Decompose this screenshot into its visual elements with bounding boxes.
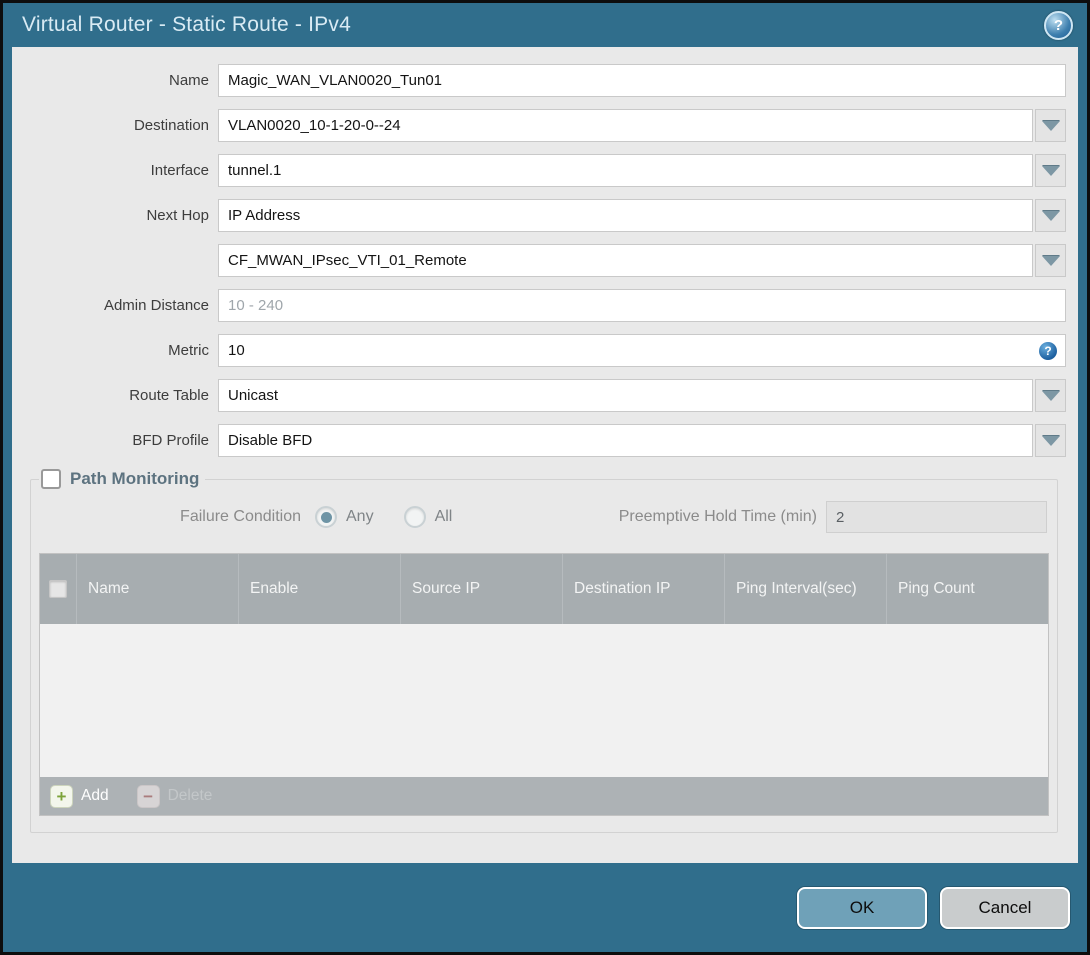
add-button[interactable]: + Add <box>50 784 109 808</box>
failure-condition-row: Failure Condition Any All Preemptive Hol… <box>39 501 1049 533</box>
bfd-profile-input[interactable] <box>218 424 1033 457</box>
interface-label: Interface <box>150 162 209 179</box>
next-hop-address-input[interactable] <box>218 244 1033 277</box>
table-header-destination-ip[interactable]: Destination IP <box>562 554 724 624</box>
admin-distance-label: Admin Distance <box>103 297 209 314</box>
table-body-empty <box>40 624 1048 777</box>
interface-input[interactable] <box>218 154 1033 187</box>
destination-field-wrap <box>218 109 1066 142</box>
name-input[interactable] <box>218 64 1066 97</box>
failure-condition-all-label: All <box>434 508 453 525</box>
dialog-titlebar: Virtual Router - Static Route - IPv4 ? <box>3 3 1087 47</box>
next-hop-address-dropdown-button[interactable] <box>1035 244 1066 277</box>
admin-distance-field-wrap <box>218 289 1066 322</box>
next-hop-type-input[interactable] <box>218 199 1033 232</box>
path-monitoring-checkbox[interactable] <box>41 469 61 489</box>
chevron-down-icon <box>1041 435 1060 446</box>
next-hop-field-wrap <box>218 199 1066 232</box>
route-table-dropdown-button[interactable] <box>1035 379 1066 412</box>
form-row-next-hop: Next Hop <box>12 199 1066 232</box>
next-hop-label: Next Hop <box>146 207 209 224</box>
preemptive-hold-time-input[interactable] <box>826 501 1047 533</box>
select-all-checkbox[interactable] <box>49 580 67 598</box>
destination-label: Destination <box>133 117 209 134</box>
table-header-row: Name Enable Source IP Destination IP Pin… <box>40 554 1048 624</box>
table-toolbar: + Add − Delete <box>40 777 1048 815</box>
name-field-wrap <box>218 64 1066 97</box>
bfd-profile-field-wrap <box>218 424 1066 457</box>
route-table-label: Route Table <box>129 387 209 404</box>
radio-dot <box>409 512 420 523</box>
next-hop-dropdown-button[interactable] <box>1035 199 1066 232</box>
table-header-name[interactable]: Name <box>76 554 238 624</box>
radio-dot <box>320 511 332 523</box>
interface-dropdown-button[interactable] <box>1035 154 1066 187</box>
minus-icon: − <box>136 784 160 808</box>
failure-condition-any-radio[interactable] <box>315 506 337 528</box>
destination-dropdown-button[interactable] <box>1035 109 1066 142</box>
metric-input[interactable] <box>218 334 1066 367</box>
ok-button[interactable]: OK <box>797 886 927 929</box>
bfd-profile-label: BFD Profile <box>132 432 209 449</box>
dialog-body: Name Destination Interface <box>12 47 1078 863</box>
table-header-ping-count[interactable]: Ping Count <box>886 554 1048 624</box>
add-button-label: Add <box>81 787 109 804</box>
chevron-down-icon <box>1041 165 1060 176</box>
path-monitoring-section: Path Monitoring Failure Condition Any Al… <box>30 469 1058 833</box>
table-header-source-ip[interactable]: Source IP <box>400 554 562 624</box>
name-label: Name <box>168 72 209 89</box>
route-table-input[interactable] <box>218 379 1033 412</box>
plus-icon: + <box>50 784 73 808</box>
bfd-profile-dropdown-button[interactable] <box>1035 424 1066 457</box>
form-row-next-hop-address <box>12 244 1066 277</box>
form-row-bfd-profile: BFD Profile <box>12 424 1066 457</box>
failure-condition-any-label: Any <box>346 508 374 525</box>
path-monitoring-label: Path Monitoring <box>70 469 200 488</box>
next-hop-address-field-wrap <box>218 244 1066 277</box>
form-row-name: Name <box>12 64 1066 97</box>
dialog-title: Virtual Router - Static Route - IPv4 <box>22 13 351 36</box>
table-header-enable[interactable]: Enable <box>238 554 400 624</box>
chevron-down-icon <box>1041 210 1060 221</box>
table-header-ping-interval[interactable]: Ping Interval(sec) <box>724 554 886 624</box>
delete-button[interactable]: − Delete <box>136 784 213 808</box>
preemptive-hold-time-label: Preemptive Hold Time (min) <box>618 508 817 525</box>
help-icon[interactable]: ? <box>1044 10 1073 40</box>
form-row-metric: Metric ? <box>12 334 1066 367</box>
form-row-destination: Destination <box>12 109 1066 142</box>
interface-field-wrap <box>218 154 1066 187</box>
destination-input[interactable] <box>218 109 1033 142</box>
chevron-down-icon <box>1041 120 1060 131</box>
form-row-admin-distance: Admin Distance <box>12 289 1066 322</box>
metric-field-wrap: ? <box>218 334 1066 367</box>
form-row-interface: Interface <box>12 154 1066 187</box>
form-row-route-table: Route Table <box>12 379 1066 412</box>
chevron-down-icon <box>1041 255 1060 266</box>
delete-button-label: Delete <box>167 787 213 804</box>
failure-condition-label: Failure Condition <box>180 508 301 525</box>
metric-help-icon[interactable]: ? <box>1039 341 1057 360</box>
table-header-select-all[interactable] <box>40 554 76 624</box>
route-table-field-wrap <box>218 379 1066 412</box>
path-monitoring-legend: Path Monitoring <box>39 469 205 489</box>
failure-condition-all-radio[interactable] <box>403 506 426 528</box>
static-route-dialog: Virtual Router - Static Route - IPv4 ? N… <box>0 0 1090 955</box>
cancel-button[interactable]: Cancel <box>940 886 1070 929</box>
metric-label: Metric <box>168 342 209 359</box>
chevron-down-icon <box>1041 390 1060 401</box>
path-monitoring-table: Name Enable Source IP Destination IP Pin… <box>39 553 1049 816</box>
dialog-footer: OK Cancel <box>3 863 1087 952</box>
admin-distance-input[interactable] <box>218 289 1066 322</box>
